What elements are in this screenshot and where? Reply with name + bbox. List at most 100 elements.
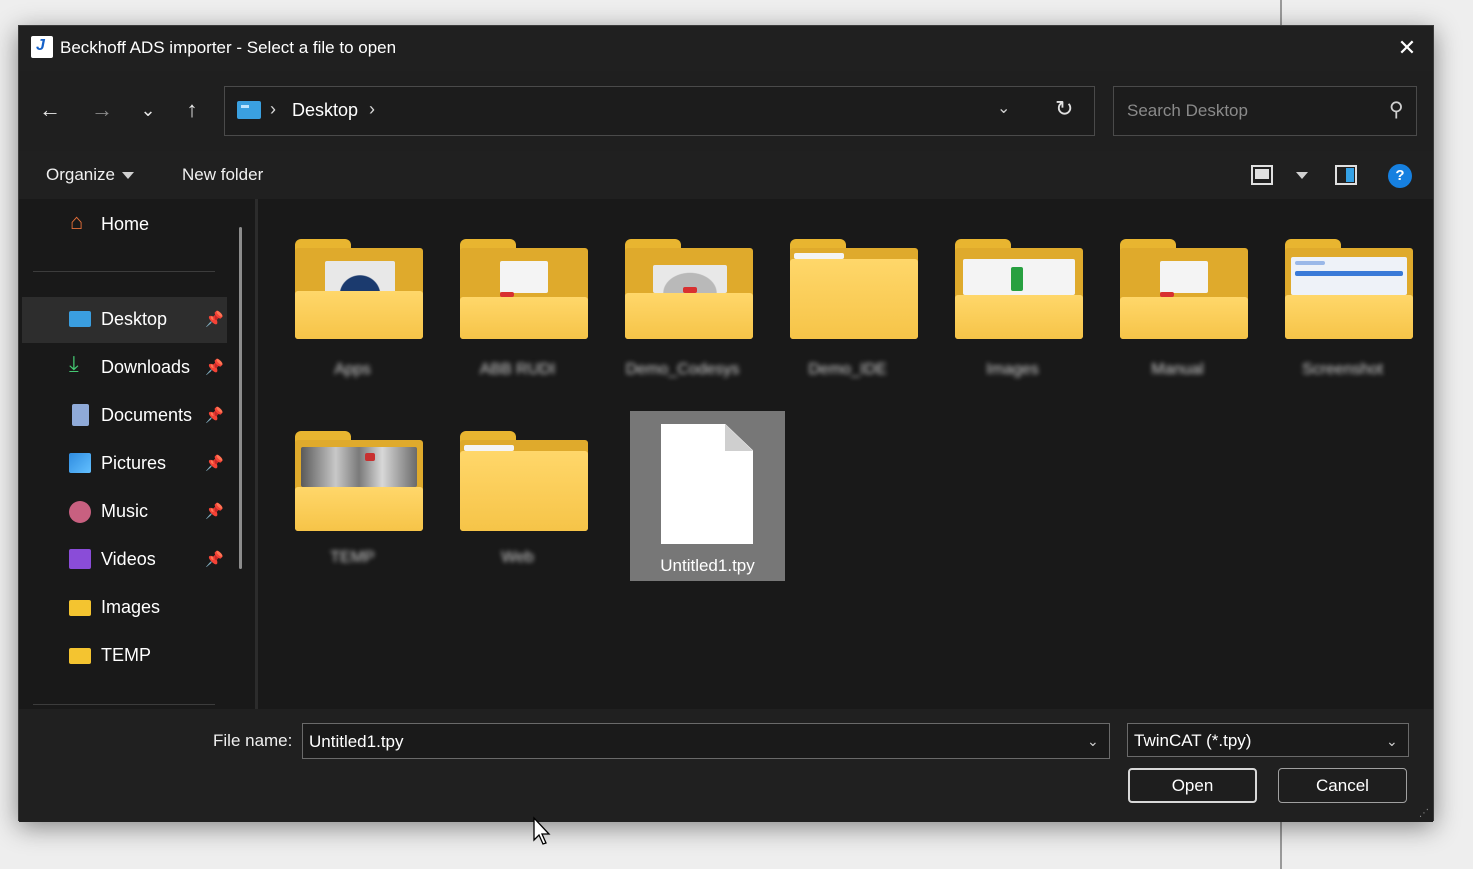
folder-item[interactable]: Demo_Codesys	[605, 209, 760, 379]
view-mode-icon[interactable]	[1251, 165, 1273, 185]
chevron-down-icon[interactable]: ⌄	[1386, 733, 1398, 750]
file-name-value[interactable]: Untitled1.tpy	[309, 732, 404, 752]
search-placeholder[interactable]: Search Desktop	[1127, 101, 1248, 121]
folder-icon	[69, 648, 91, 664]
pin-icon[interactable]: 📌	[205, 406, 224, 424]
title-bar[interactable]: J Beckhoff ADS importer - Select a file …	[19, 26, 1433, 71]
sidebar-item-label: Videos	[101, 549, 156, 569]
sidebar-scrollbar[interactable]	[239, 227, 242, 569]
sidebar-item-label: Pictures	[101, 453, 167, 473]
folder-label: Apps	[334, 361, 371, 378]
breadcrumb-desktop[interactable]: Desktop	[292, 100, 358, 121]
refresh-icon[interactable]: ↻	[1055, 96, 1073, 122]
sidebar-divider	[33, 704, 215, 705]
sidebar-item-label: Documents	[101, 405, 193, 425]
pin-icon[interactable]: 📌	[205, 550, 224, 568]
app-icon: J	[31, 36, 53, 58]
sidebar-item-downloads[interactable]: ⤓ Downloads 📌	[22, 345, 227, 391]
folder-icon	[460, 431, 588, 531]
search-icon[interactable]: ⚲	[1389, 97, 1404, 122]
folder-icon	[295, 239, 423, 339]
pin-icon[interactable]: 📌	[205, 310, 224, 328]
address-dropdown-icon[interactable]: ⌄	[997, 98, 1010, 118]
folder-label: Images	[986, 361, 1039, 378]
sidebar-item-label: Music	[101, 501, 149, 521]
mouse-cursor-icon	[533, 816, 551, 845]
folder-icon	[69, 600, 91, 616]
chevron-down-icon[interactable]: ⌄	[1087, 733, 1099, 750]
videos-icon	[69, 549, 91, 569]
pin-icon[interactable]: 📌	[205, 358, 224, 376]
desktop-icon	[69, 311, 91, 327]
folder-label: TEMP	[330, 549, 375, 566]
sidebar-item-music[interactable]: Music 📌	[22, 489, 227, 535]
sidebar-item-label: Desktop	[101, 309, 168, 329]
folder-label: ABB RUDI	[479, 361, 556, 378]
pane-splitter[interactable]	[255, 199, 258, 709]
pin-icon[interactable]: 📌	[205, 454, 224, 472]
this-pc-icon	[237, 101, 261, 119]
cancel-button[interactable]: Cancel	[1278, 768, 1407, 803]
preview-pane-icon[interactable]	[1335, 165, 1357, 185]
up-arrow-icon[interactable]: ↑	[175, 93, 209, 127]
folder-item[interactable]: TEMP	[275, 411, 430, 581]
dialog-footer: File name: Untitled1.tpy ⌄ TwinCAT (*.tp…	[19, 709, 1433, 822]
folder-label: Demo_Codesys	[625, 361, 740, 378]
back-arrow-icon[interactable]: ←	[33, 93, 67, 127]
file-item-selected[interactable]: Untitled1.tpy	[630, 411, 785, 581]
file-type-value: TwinCAT (*.tpy)	[1134, 731, 1252, 750]
file-list[interactable]: Apps ABB RUDI Demo_Codesys Demo_IDE Imag…	[259, 199, 1435, 709]
address-bar[interactable]: › Desktop › ⌄ ↻	[224, 86, 1095, 136]
breadcrumb-separator-trailing[interactable]: ›	[369, 99, 375, 120]
folder-label: Manual	[1151, 361, 1204, 378]
folder-item[interactable]: ABB RUDI	[440, 209, 595, 379]
close-icon[interactable]: ✕	[1393, 34, 1421, 62]
sidebar-item-label: Downloads	[101, 357, 191, 377]
sidebar-item-home[interactable]: ⌂ Home	[22, 202, 227, 248]
folder-item[interactable]: Screenshot	[1265, 209, 1420, 379]
search-box[interactable]: Search Desktop ⚲	[1113, 86, 1417, 136]
sidebar-item-images[interactable]: Images	[22, 585, 227, 631]
folder-icon	[625, 239, 753, 339]
breadcrumb-separator[interactable]: ›	[270, 99, 276, 120]
pin-icon[interactable]: 📌	[205, 502, 224, 520]
organize-chevron-icon	[121, 172, 134, 180]
sidebar-item-videos[interactable]: Videos 📌	[22, 537, 227, 583]
file-type-select[interactable]: TwinCAT (*.tpy) ⌄	[1127, 723, 1409, 757]
folder-item[interactable]: Demo_IDE	[770, 209, 925, 379]
sidebar-item-documents[interactable]: Documents 📌	[22, 393, 227, 439]
folder-label: Web	[501, 549, 534, 566]
folder-label: Demo_IDE	[808, 361, 887, 378]
help-icon[interactable]: ?	[1388, 164, 1412, 188]
sidebar-item-desktop[interactable]: Desktop 📌	[22, 297, 227, 343]
sidebar-item-label: Images	[101, 597, 161, 617]
organize-label: Organize	[46, 165, 115, 184]
sidebar-item-pictures[interactable]: Pictures 📌	[22, 441, 227, 487]
window-title: Beckhoff ADS importer - Select a file to…	[60, 38, 397, 57]
resize-grip-icon[interactable]: ⋰	[1419, 808, 1429, 819]
sidebar-divider	[33, 271, 215, 272]
recent-locations-chevron-icon[interactable]: ⌄	[131, 93, 165, 127]
file-label: Untitled1.tpy	[660, 556, 755, 575]
folder-item[interactable]: Web	[440, 411, 595, 581]
documents-icon	[72, 404, 89, 426]
forward-arrow-icon[interactable]: →	[85, 93, 119, 127]
file-name-label: File name:	[213, 731, 293, 750]
new-folder-button[interactable]: New folder	[182, 165, 263, 185]
folder-icon	[460, 239, 588, 339]
open-button[interactable]: Open	[1128, 768, 1257, 803]
view-mode-chevron-icon[interactable]	[1296, 172, 1308, 179]
folder-icon	[1285, 239, 1413, 339]
folder-item[interactable]: Apps	[275, 209, 430, 379]
folder-item[interactable]: Manual	[1100, 209, 1255, 379]
folder-item[interactable]: Images	[935, 209, 1090, 379]
file-name-combobox[interactable]: Untitled1.tpy ⌄	[302, 723, 1110, 759]
organize-button[interactable]: Organize	[46, 165, 134, 185]
sidebar-item-label: TEMP	[101, 645, 152, 665]
folder-label: Screenshot	[1302, 361, 1383, 378]
folder-icon	[295, 431, 423, 531]
downloads-icon: ⤓	[69, 351, 79, 376]
folder-icon	[955, 239, 1083, 339]
sidebar-item-label: Home	[101, 214, 150, 234]
sidebar-item-temp[interactable]: TEMP	[22, 633, 227, 679]
